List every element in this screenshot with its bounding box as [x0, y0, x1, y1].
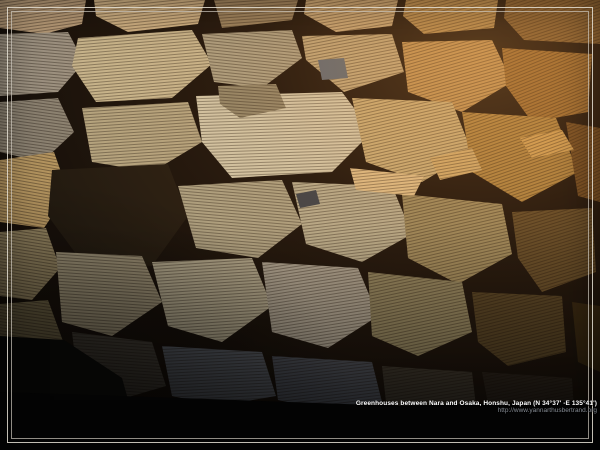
caption-url: http://www.yannarthusbertrand.org [356, 407, 597, 414]
wallpaper: Greenhouses between Nara and Osaka, Hons… [0, 0, 600, 450]
caption-title: Greenhouses between Nara and Osaka, Hons… [356, 400, 597, 407]
aerial-photo [0, 0, 600, 450]
photo-caption: Greenhouses between Nara and Osaka, Hons… [356, 400, 597, 414]
